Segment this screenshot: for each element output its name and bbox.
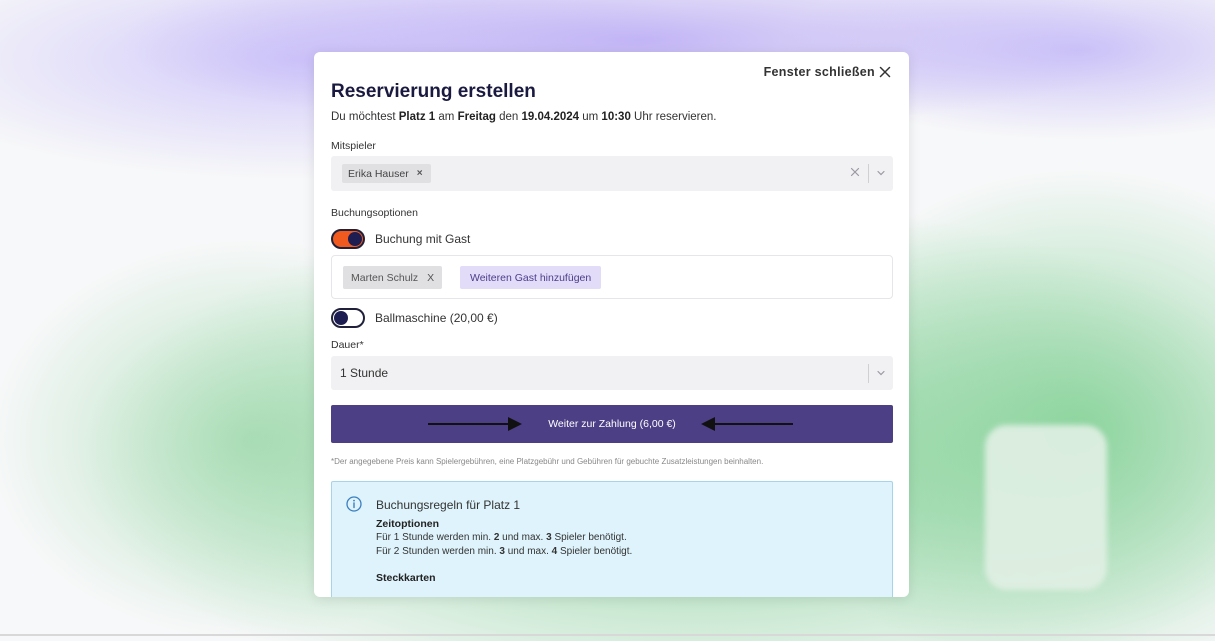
reservation-modal: Fenster schließen Reservierung erstellen… [314, 52, 909, 597]
info-icon [346, 496, 362, 512]
rule-text: und max. [504, 546, 552, 557]
ball-machine-option: Ballmaschine (20,00 €) [331, 308, 498, 328]
rules-title: Buchungsregeln für Platz 1 [376, 498, 521, 512]
bottom-divider [0, 634, 1215, 636]
guest-booking-label: Buchung mit Gast [375, 232, 471, 246]
price-disclaimer: *Der angegebene Preis kann Spielergebühr… [331, 457, 764, 466]
chevron-down-icon[interactable] [876, 368, 886, 378]
rule-text: Spieler benötigt. [557, 546, 633, 557]
rule-text: Für 2 Stunden werden min. [376, 546, 500, 557]
add-guest-button[interactable]: Weiteren Gast hinzufügen [460, 266, 602, 289]
rule-text: und max. [499, 532, 547, 543]
guests-container: Marten Schulz X Weiteren Gast hinzufügen [331, 255, 893, 299]
chevron-down-icon[interactable] [876, 168, 886, 178]
rule-text: Spieler benötigt. [551, 532, 627, 543]
summary-court: Platz 1 [398, 111, 436, 123]
summary-day: Freitag [457, 111, 496, 123]
duration-select[interactable]: 1 Stunde [331, 356, 893, 390]
players-select[interactable]: Erika Hauser × [331, 156, 893, 191]
background-shape [985, 425, 1107, 590]
ball-machine-toggle[interactable] [331, 308, 365, 328]
close-window-button[interactable]: Fenster schließen [764, 65, 891, 79]
select-separator [868, 364, 869, 383]
reservation-summary: Du möchtest Platz 1 am Freitag den 19.04… [331, 111, 716, 123]
remove-player-icon[interactable]: × [417, 168, 423, 179]
remove-guest-icon[interactable]: X [427, 272, 434, 284]
ball-machine-label: Ballmaschine (20,00 €) [375, 311, 498, 325]
summary-text: am [435, 111, 458, 123]
clear-icon[interactable] [849, 166, 861, 178]
booking-options-label: Buchungsoptionen [331, 207, 418, 219]
close-label: Fenster schließen [763, 65, 875, 79]
summary-date: 19.04.2024 [521, 111, 580, 123]
rule-text: Für 1 Stunde werden min. [376, 532, 494, 543]
close-icon [879, 66, 891, 78]
player-chip-name: Erika Hauser [348, 167, 409, 180]
booking-rules-panel: Buchungsregeln für Platz 1 Zeitoptionen … [331, 481, 893, 597]
continue-to-payment-button[interactable]: Weiter zur Zahlung (6,00 €) [331, 405, 893, 443]
guest-booking-option: Buchung mit Gast [331, 229, 470, 249]
guest-chip-name: Marten Schulz [351, 271, 419, 284]
select-separator [868, 164, 869, 183]
duration-label: Dauer* [331, 339, 364, 351]
summary-text: Uhr reservieren. [630, 111, 717, 123]
guest-chip: Marten Schulz X [343, 266, 443, 289]
toggle-knob [348, 232, 362, 246]
summary-text: Du möchtest [331, 111, 399, 123]
rule-line: Für 1 Stunde werden min. 2 und max. 3 Sp… [376, 532, 627, 543]
player-chip: Erika Hauser × [342, 164, 431, 183]
summary-text: um [579, 111, 602, 123]
punch-cards-heading: Steckkarten [376, 572, 436, 584]
payment-button-label: Weiter zur Zahlung (6,00 €) [548, 418, 676, 430]
arrow-right-icon [428, 417, 522, 431]
summary-time: 10:30 [601, 111, 631, 123]
arrow-left-icon [701, 417, 793, 431]
duration-value: 1 Stunde [340, 366, 389, 380]
summary-text: den [495, 111, 522, 123]
time-options-heading: Zeitoptionen [376, 518, 439, 530]
modal-title: Reservierung erstellen [331, 81, 536, 102]
rule-line: Für 2 Stunden werden min. 3 und max. 4 S… [376, 546, 632, 557]
toggle-knob [334, 311, 348, 325]
guest-booking-toggle[interactable] [331, 229, 365, 249]
players-label: Mitspieler [331, 140, 376, 152]
